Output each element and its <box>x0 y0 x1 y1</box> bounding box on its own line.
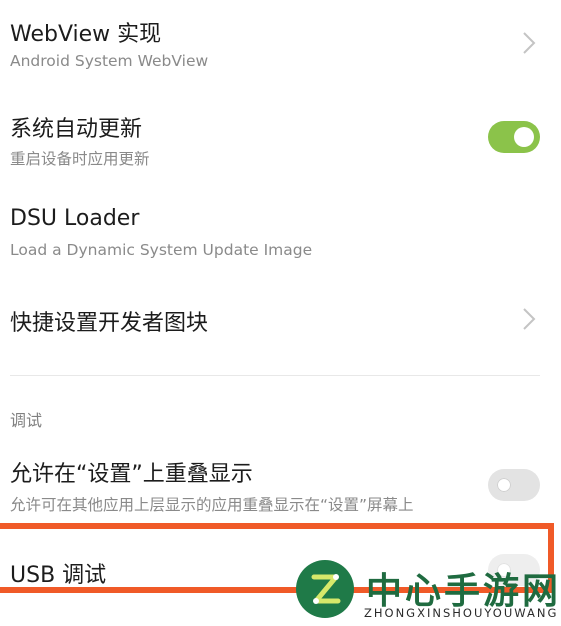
auto-update-toggle[interactable] <box>488 121 540 153</box>
setting-subtitle: 重启设备时应用更新 <box>10 150 150 168</box>
toggle-knob <box>494 475 514 495</box>
setting-title: DSU Loader <box>10 206 140 231</box>
setting-row-webview[interactable]: WebView 实现 Android System WebView <box>10 10 561 80</box>
z-letter-icon <box>311 574 341 604</box>
setting-subtitle: Android System WebView <box>10 52 209 70</box>
chevron-right-icon <box>523 32 536 54</box>
setting-row-quick-settings-tiles[interactable]: 快捷设置开发者图块 <box>10 298 561 348</box>
setting-subtitle: 允许可在其他应用上层显示的应用重叠显示在“设置”屏幕上 <box>10 496 414 514</box>
watermark-logo: 中心手游网 ZHONGXINSHOUYOUWANG <box>296 560 561 626</box>
setting-title: 允许在“设置”上重叠显示 <box>10 462 253 487</box>
setting-title: 快捷设置开发者图块 <box>10 311 209 336</box>
setting-title: 系统自动更新 <box>10 117 143 142</box>
overlay-settings-toggle[interactable] <box>488 469 540 501</box>
setting-title: WebView 实现 <box>10 22 162 47</box>
toggle-knob <box>514 127 534 147</box>
section-divider <box>10 375 540 376</box>
chevron-right-icon <box>523 308 536 330</box>
setting-row-dsu-loader[interactable]: DSU Loader Load a Dynamic System Update … <box>10 200 561 270</box>
setting-subtitle: Load a Dynamic System Update Image <box>10 241 313 259</box>
section-header-debug: 调试 <box>10 411 43 430</box>
watermark-pinyin: ZHONGXINSHOUYOUWANG <box>364 606 559 620</box>
setting-row-overlay-settings[interactable]: 允许在“设置”上重叠显示 允许可在其他应用上层显示的应用重叠显示在“设置”屏幕上 <box>10 450 561 520</box>
setting-row-auto-update[interactable]: 系统自动更新 重启设备时应用更新 <box>10 105 561 175</box>
logo-circle-icon <box>296 560 354 618</box>
